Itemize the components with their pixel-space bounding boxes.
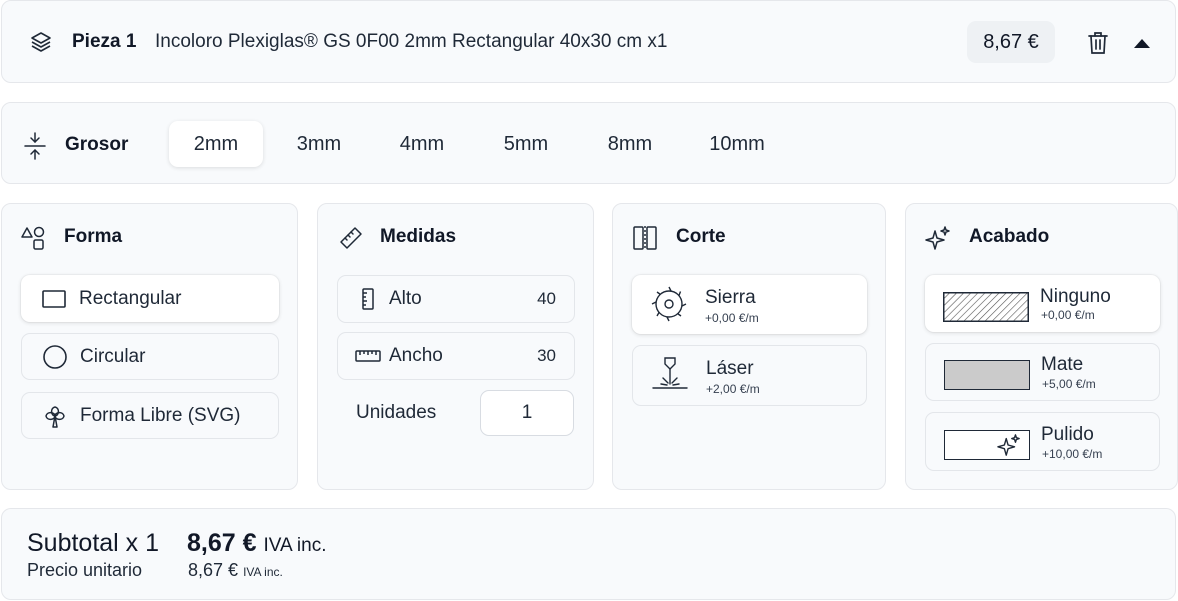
subtotal-tax: IVA inc. (263, 535, 327, 556)
sparkles-icon (925, 226, 950, 250)
cut-option-laser[interactable]: Láser +2,00 €/m (632, 345, 867, 406)
width-value: 30 (537, 346, 556, 365)
units-input[interactable]: 1 (480, 390, 574, 436)
finish-option-price: +10,00 €/m (1042, 447, 1103, 461)
finish-option-name: Pulido (1041, 424, 1094, 445)
finish-option-mate[interactable]: Mate +5,00 €/m (925, 343, 1160, 401)
finish-option-polished[interactable]: Pulido +10,00 €/m (925, 412, 1160, 471)
thickness-option-8mm[interactable]: 8mm (590, 121, 670, 167)
ruler-icon (340, 227, 362, 249)
trash-icon[interactable] (1086, 30, 1110, 56)
laser-icon (652, 357, 688, 389)
thickness-option-4mm[interactable]: 4mm (382, 121, 462, 167)
circle-icon (43, 344, 67, 369)
finish-panel: Acabado Ninguno +0,00 €/m Mate +5,00 €/m… (905, 203, 1178, 490)
shape-option-free-svg[interactable]: Forma Libre (SVG) (21, 392, 279, 439)
vertical-ruler-icon (362, 288, 374, 310)
hatched-swatch (943, 292, 1029, 322)
piece-label: Pieza 1 (72, 31, 137, 52)
subtotal-price: 8,67 € IVA inc. (187, 529, 326, 558)
thickness-selector: Grosor 2mm 3mm 4mm 5mm 8mm 10mm (1, 102, 1176, 184)
finish-option-price: +5,00 €/m (1042, 377, 1096, 391)
cut-option-name: Sierra (705, 287, 756, 308)
summary-footer: Subtotal x 1 8,67 € IVA inc. Precio unit… (1, 508, 1176, 600)
polished-swatch (944, 430, 1030, 460)
piece-price-badge: 8,67 € (967, 21, 1055, 63)
cut-option-price: +2,00 €/m (706, 382, 760, 396)
thickness-option-10mm[interactable]: 10mm (692, 121, 782, 167)
shape-option-label: Rectangular (79, 287, 182, 309)
finish-title: Acabado (969, 226, 1050, 247)
cut-option-name: Láser (706, 358, 754, 379)
cut-title: Corte (676, 226, 726, 247)
saw-blade-icon (651, 286, 687, 322)
rectangle-icon (42, 289, 66, 308)
subtotal-label: Subtotal x 1 (27, 529, 160, 557)
collapse-icon[interactable] (1132, 36, 1152, 50)
height-label: Alto (389, 288, 422, 309)
sparkles-icon (997, 434, 1020, 456)
cut-option-saw[interactable]: Sierra +0,00 €/m (632, 275, 867, 334)
compress-icon (24, 132, 46, 160)
shape-panel: Forma Rectangular Circular Forma Libre (… (1, 203, 298, 490)
horizontal-ruler-icon (355, 350, 381, 362)
finish-option-name: Ninguno (1040, 286, 1111, 307)
measures-title: Medidas (380, 226, 457, 247)
cut-option-price: +0,00 €/m (705, 311, 759, 325)
height-value: 40 (537, 289, 556, 308)
height-field[interactable]: Alto 40 (337, 275, 575, 323)
shape-title: Forma (64, 226, 123, 247)
thickness-label: Grosor (65, 134, 129, 155)
piece-header[interactable]: Pieza 1 Incoloro Plexiglas® GS 0F00 2mm … (1, 0, 1176, 83)
finish-option-none[interactable]: Ninguno +0,00 €/m (925, 275, 1160, 332)
unit-price-amount: 8,67 € (188, 560, 239, 580)
unit-price: 8,67 € IVA inc. (188, 560, 283, 581)
unit-price-label: Precio unitario (27, 560, 143, 580)
subtotal-amount: 8,67 € (187, 529, 257, 557)
thickness-option-3mm[interactable]: 3mm (279, 121, 359, 167)
unit-price-tax: IVA inc. (243, 565, 283, 579)
thickness-option-5mm[interactable]: 5mm (486, 121, 566, 167)
shapes-icon (21, 226, 45, 250)
mate-swatch (944, 360, 1030, 390)
shape-option-circular[interactable]: Circular (21, 333, 279, 380)
width-field[interactable]: Ancho 30 (337, 332, 575, 380)
width-label: Ancho (389, 345, 443, 366)
measures-panel: Medidas Alto 40 Ancho 30 Unidades 1 (317, 203, 594, 490)
cut-panel: Corte Sierra +0,00 €/m Láser +2,00 €/m (612, 203, 886, 490)
piece-description: Incoloro Plexiglas® GS 0F00 2mm Rectangu… (155, 31, 668, 52)
finish-option-price: +0,00 €/m (1041, 308, 1095, 322)
units-label: Unidades (356, 402, 437, 423)
finish-option-name: Mate (1041, 354, 1084, 375)
stack-icon (31, 32, 51, 52)
thickness-option-2mm[interactable]: 2mm (169, 121, 263, 167)
shape-option-label: Forma Libre (SVG) (80, 404, 241, 426)
clover-icon (45, 405, 65, 428)
shape-option-rectangular[interactable]: Rectangular (21, 275, 279, 322)
shape-option-label: Circular (80, 345, 146, 367)
cut-columns-icon (633, 226, 657, 250)
